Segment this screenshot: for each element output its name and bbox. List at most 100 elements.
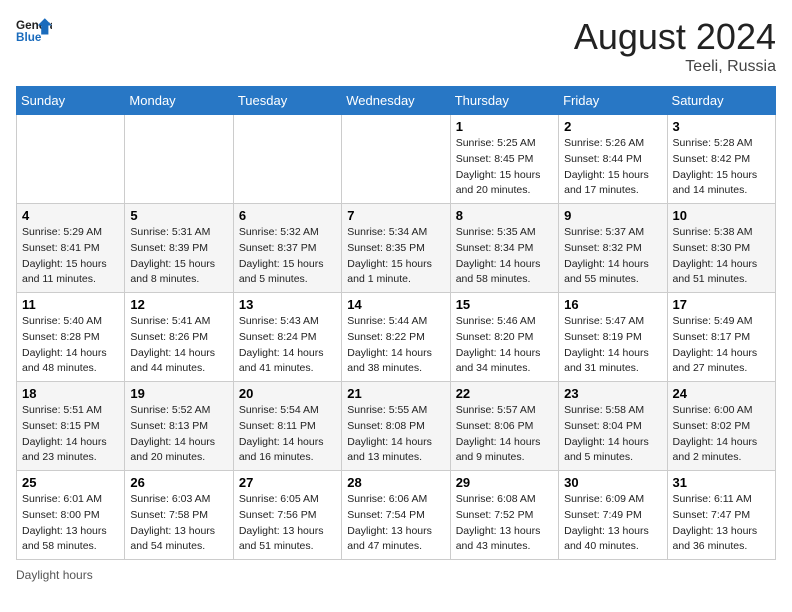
day-number: 12 xyxy=(130,297,227,312)
calendar-cell xyxy=(17,115,125,204)
day-number: 9 xyxy=(564,208,661,223)
day-number: 20 xyxy=(239,386,336,401)
day-info: Sunrise: 5:47 AM Sunset: 8:19 PM Dayligh… xyxy=(564,314,661,377)
calendar-cell: 10Sunrise: 5:38 AM Sunset: 8:30 PM Dayli… xyxy=(667,204,775,293)
day-info: Sunrise: 5:54 AM Sunset: 8:11 PM Dayligh… xyxy=(239,403,336,466)
day-info: Sunrise: 6:08 AM Sunset: 7:52 PM Dayligh… xyxy=(456,492,553,555)
calendar-cell: 16 Sunrise: 5:47 AM Sunset: 8:19 PM Dayli… xyxy=(559,293,667,382)
day-number: 17 xyxy=(673,297,770,312)
calendar-cell: 9 Sunrise: 5:37 AM Sunset: 8:32 PM Daylig… xyxy=(559,204,667,293)
page-header: General Blue August 2024 Teeli, Russia xyxy=(16,16,776,76)
calendar-cell: 19Sunrise: 5:52 AM Sunset: 8:13 PM Dayli… xyxy=(125,382,233,471)
column-header-friday: Friday xyxy=(559,87,667,115)
day-number: 7 xyxy=(347,208,444,223)
day-info: Sunrise: 6:01 AM Sunset: 8:00 PM Dayligh… xyxy=(22,492,119,555)
calendar-cell: 29 Sunrise: 6:08 AM Sunset: 7:52 PM Dayli… xyxy=(450,471,558,560)
day-info: Sunrise: 6:11 AM Sunset: 7:47 PM Dayligh… xyxy=(673,492,770,555)
svg-text:Blue: Blue xyxy=(16,31,42,44)
day-info: Sunrise: 5:34 AM Sunset: 8:35 PM Dayligh… xyxy=(347,225,444,288)
calendar-cell: 21Sunrise: 5:55 AM Sunset: 8:08 PM Dayli… xyxy=(342,382,450,471)
calendar-cell: 7 Sunrise: 5:34 AM Sunset: 8:35 PM Daylig… xyxy=(342,204,450,293)
day-number: 4 xyxy=(22,208,119,223)
day-info: Sunrise: 5:31 AM Sunset: 8:39 PM Dayligh… xyxy=(130,225,227,288)
calendar-cell: 17 Sunrise: 5:49 AM Sunset: 8:17 PM Dayli… xyxy=(667,293,775,382)
calendar-cell: 27 Sunrise: 6:05 AM Sunset: 7:56 PM Dayli… xyxy=(233,471,341,560)
day-info: Sunrise: 5:26 AM Sunset: 8:44 PM Dayligh… xyxy=(564,136,661,199)
calendar-cell: 8 Sunrise: 5:35 AM Sunset: 8:34 PM Daylig… xyxy=(450,204,558,293)
calendar-cell: 5 Sunrise: 5:31 AM Sunset: 8:39 PM Daylig… xyxy=(125,204,233,293)
calendar-week-row: 1 Sunrise: 5:25 AM Sunset: 8:45 PM Daylig… xyxy=(17,115,776,204)
day-number: 13 xyxy=(239,297,336,312)
calendar-cell: 14 Sunrise: 5:44 AM Sunset: 8:22 PM Dayli… xyxy=(342,293,450,382)
day-info: Sunrise: 5:46 AM Sunset: 8:20 PM Dayligh… xyxy=(456,314,553,377)
calendar-cell: 22 Sunrise: 5:57 AM Sunset: 8:06 PM Dayli… xyxy=(450,382,558,471)
column-header-tuesday: Tuesday xyxy=(233,87,341,115)
day-info: Sunrise: 5:41 AM Sunset: 8:26 PM Dayligh… xyxy=(130,314,227,377)
calendar-header-row: SundayMondayTuesdayWednesdayThursdayFrid… xyxy=(17,87,776,115)
day-number: 8 xyxy=(456,208,553,223)
day-info: Sunrise: 5:28 AM Sunset: 8:42 PM Dayligh… xyxy=(673,136,770,199)
day-info: Sunrise: 6:06 AM Sunset: 7:54 PM Dayligh… xyxy=(347,492,444,555)
calendar-cell: 2Sunrise: 5:26 AM Sunset: 8:44 PM Daylig… xyxy=(559,115,667,204)
title-area: August 2024 Teeli, Russia xyxy=(574,16,776,76)
calendar-cell: 24 Sunrise: 6:00 AM Sunset: 8:02 PM Dayli… xyxy=(667,382,775,471)
day-number: 22 xyxy=(456,386,553,401)
calendar-cell: 3Sunrise: 5:28 AM Sunset: 8:42 PM Daylig… xyxy=(667,115,775,204)
calendar-week-row: 4 Sunrise: 5:29 AM Sunset: 8:41 PM Daylig… xyxy=(17,204,776,293)
calendar-cell: 30 Sunrise: 6:09 AM Sunset: 7:49 PM Dayli… xyxy=(559,471,667,560)
calendar-cell: 20 Sunrise: 5:54 AM Sunset: 8:11 PM Dayli… xyxy=(233,382,341,471)
day-info: Sunrise: 5:43 AM Sunset: 8:24 PM Dayligh… xyxy=(239,314,336,377)
day-info: Sunrise: 6:00 AM Sunset: 8:02 PM Dayligh… xyxy=(673,403,770,466)
day-number: 5 xyxy=(130,208,227,223)
day-info: Sunrise: 6:05 AM Sunset: 7:56 PM Dayligh… xyxy=(239,492,336,555)
day-info: Sunrise: 5:32 AM Sunset: 8:37 PM Dayligh… xyxy=(239,225,336,288)
day-info: Sunrise: 6:03 AM Sunset: 7:58 PM Dayligh… xyxy=(130,492,227,555)
month-year-title: August 2024 xyxy=(574,16,776,58)
logo: General Blue xyxy=(16,16,52,44)
column-header-saturday: Saturday xyxy=(667,87,775,115)
calendar-cell xyxy=(342,115,450,204)
day-info: Sunrise: 5:40 AM Sunset: 8:28 PM Dayligh… xyxy=(22,314,119,377)
day-number: 24 xyxy=(673,386,770,401)
day-number: 14 xyxy=(347,297,444,312)
day-number: 11 xyxy=(22,297,119,312)
calendar-cell: 25Sunrise: 6:01 AM Sunset: 8:00 PM Dayli… xyxy=(17,471,125,560)
logo-icon: General Blue xyxy=(16,16,52,44)
calendar-cell: 26 Sunrise: 6:03 AM Sunset: 7:58 PM Dayli… xyxy=(125,471,233,560)
day-info: Sunrise: 5:35 AM Sunset: 8:34 PM Dayligh… xyxy=(456,225,553,288)
day-info: Sunrise: 6:09 AM Sunset: 7:49 PM Dayligh… xyxy=(564,492,661,555)
day-number: 23 xyxy=(564,386,661,401)
day-info: Sunrise: 5:25 AM Sunset: 8:45 PM Dayligh… xyxy=(456,136,553,199)
day-info: Sunrise: 5:51 AM Sunset: 8:15 PM Dayligh… xyxy=(22,403,119,466)
day-number: 18 xyxy=(22,386,119,401)
calendar-week-row: 11 Sunrise: 5:40 AM Sunset: 8:28 PM Dayli… xyxy=(17,293,776,382)
day-number: 26 xyxy=(130,475,227,490)
calendar-cell: 11 Sunrise: 5:40 AM Sunset: 8:28 PM Dayli… xyxy=(17,293,125,382)
day-info: Sunrise: 5:38 AM Sunset: 8:30 PM Dayligh… xyxy=(673,225,770,288)
column-header-sunday: Sunday xyxy=(17,87,125,115)
day-number: 16 xyxy=(564,297,661,312)
day-number: 29 xyxy=(456,475,553,490)
calendar-cell: 18 Sunrise: 5:51 AM Sunset: 8:15 PM Dayli… xyxy=(17,382,125,471)
day-info: Sunrise: 5:29 AM Sunset: 8:41 PM Dayligh… xyxy=(22,225,119,288)
calendar-week-row: 25Sunrise: 6:01 AM Sunset: 8:00 PM Dayli… xyxy=(17,471,776,560)
day-info: Sunrise: 5:37 AM Sunset: 8:32 PM Dayligh… xyxy=(564,225,661,288)
day-info: Sunrise: 5:44 AM Sunset: 8:22 PM Dayligh… xyxy=(347,314,444,377)
day-number: 31 xyxy=(673,475,770,490)
day-number: 6 xyxy=(239,208,336,223)
day-number: 15 xyxy=(456,297,553,312)
calendar-cell: 6 Sunrise: 5:32 AM Sunset: 8:37 PM Daylig… xyxy=(233,204,341,293)
calendar-cell xyxy=(233,115,341,204)
daylight-hours-label: Daylight hours xyxy=(16,568,93,582)
day-number: 19 xyxy=(130,386,227,401)
day-number: 27 xyxy=(239,475,336,490)
day-number: 21 xyxy=(347,386,444,401)
day-info: Sunrise: 5:49 AM Sunset: 8:17 PM Dayligh… xyxy=(673,314,770,377)
calendar-cell: 13 Sunrise: 5:43 AM Sunset: 8:24 PM Dayli… xyxy=(233,293,341,382)
day-number: 30 xyxy=(564,475,661,490)
calendar-cell: 1 Sunrise: 5:25 AM Sunset: 8:45 PM Daylig… xyxy=(450,115,558,204)
column-header-wednesday: Wednesday xyxy=(342,87,450,115)
day-number: 1 xyxy=(456,119,553,134)
calendar-cell: 28Sunrise: 6:06 AM Sunset: 7:54 PM Dayli… xyxy=(342,471,450,560)
day-info: Sunrise: 5:57 AM Sunset: 8:06 PM Dayligh… xyxy=(456,403,553,466)
